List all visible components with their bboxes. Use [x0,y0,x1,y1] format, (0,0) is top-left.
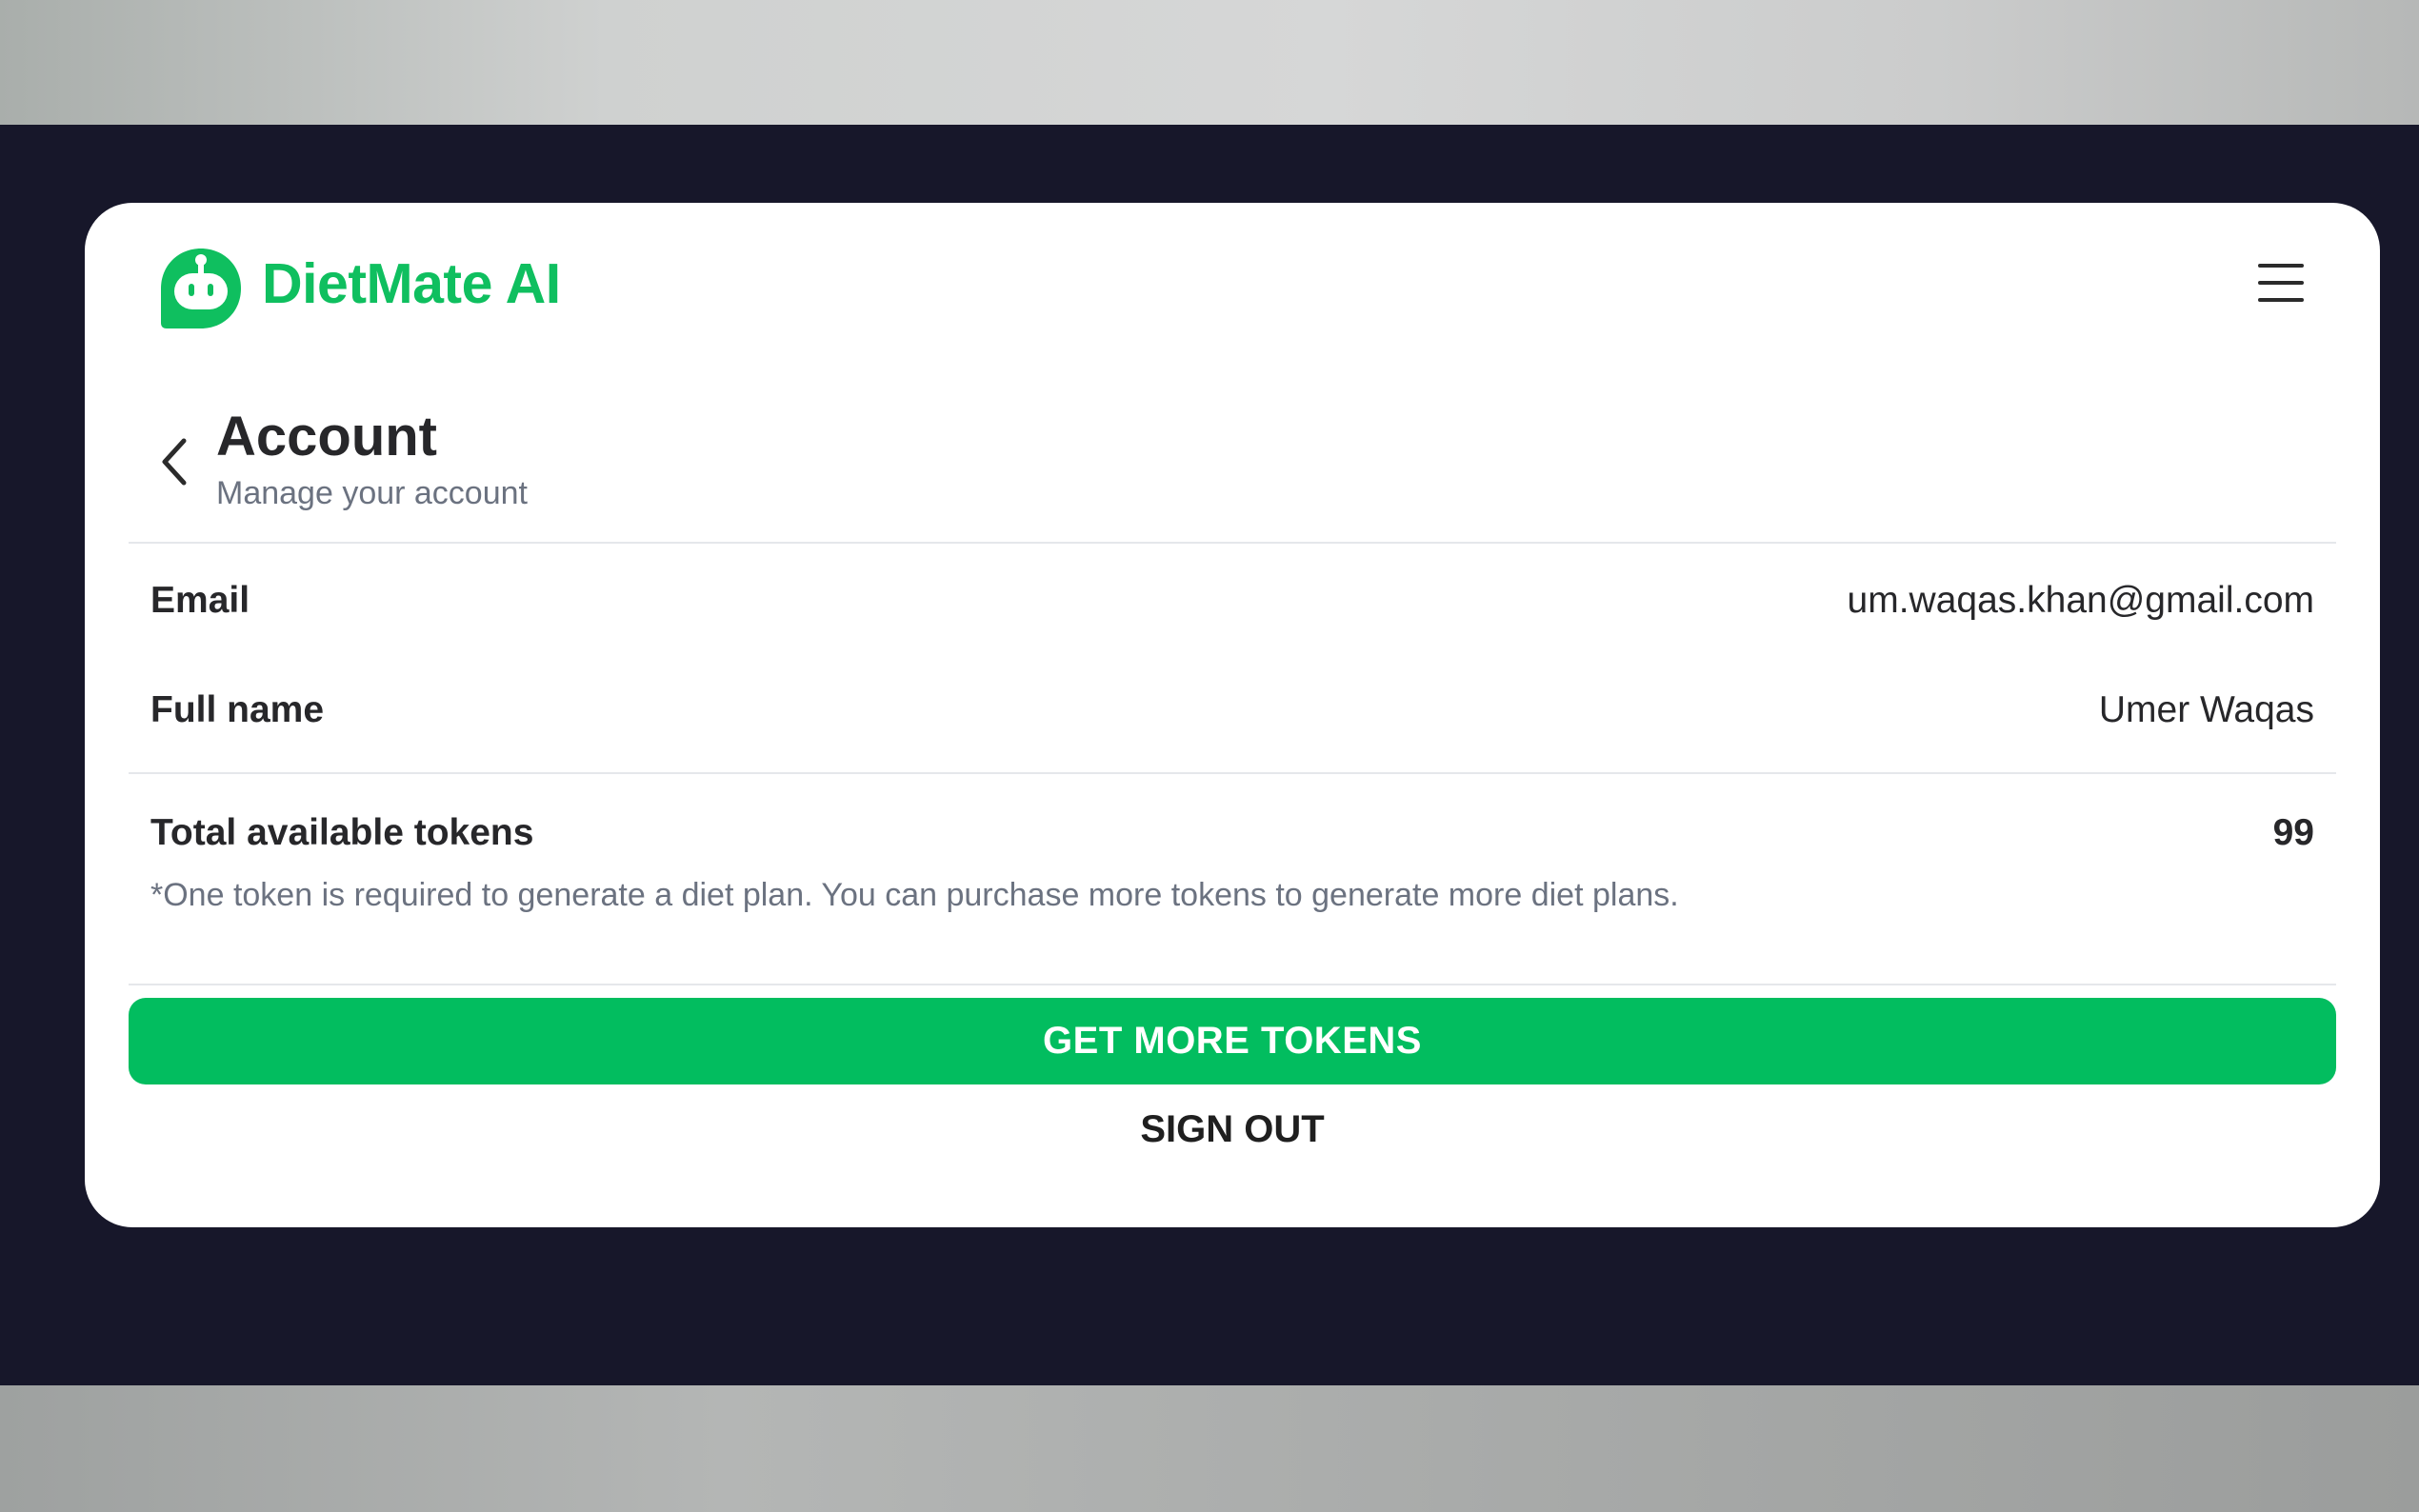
tokens-label: Total available tokens [150,812,534,853]
page-title: Account [216,406,437,468]
photo-backdrop-bottom [0,1385,2419,1512]
robot-chat-bubble-icon [161,249,241,328]
profile-divider [129,772,2336,774]
sign-out-button[interactable]: SIGN OUT [1042,1096,1423,1163]
email-value: um.waqas.khan@gmail.com [1847,580,2314,621]
full-name-value: Umer Waqas [2098,689,2314,730]
header-divider [129,542,2336,544]
tokens-note: *One token is required to generate a die… [150,877,1679,913]
get-more-tokens-button[interactable]: GET MORE TOKENS [129,998,2336,1084]
page-subtitle: Manage your account [216,475,528,511]
email-label: Email [150,580,250,621]
account-card: DietMate AI Account Manage your account … [85,203,2380,1227]
app-logo-text: DietMate AI [262,252,561,315]
chevron-left-icon[interactable] [153,431,195,492]
tokens-divider [129,984,2336,985]
tokens-count: 99 [2272,812,2314,853]
full-name-label: Full name [150,689,325,730]
hamburger-menu-icon[interactable] [2258,260,2306,306]
